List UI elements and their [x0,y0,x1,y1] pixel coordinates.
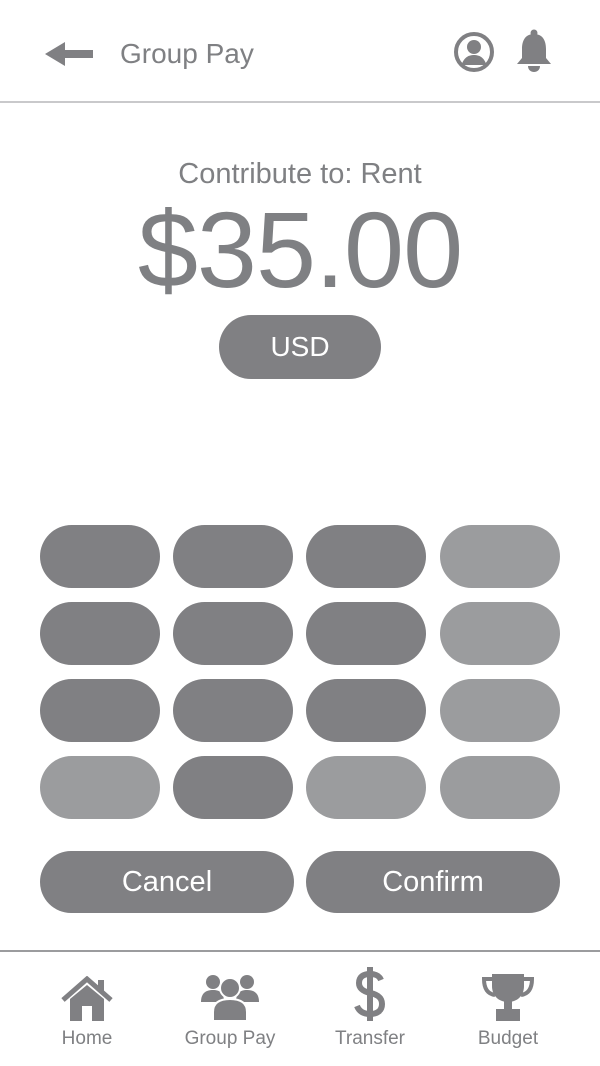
user-circle-icon [454,32,494,72]
confirm-button[interactable]: Confirm [306,851,560,913]
keypad-key[interactable] [40,756,160,819]
nav-label-group-pay: Group Pay [184,1028,276,1049]
keypad-key[interactable] [40,602,160,665]
nav-label-budget: Budget [477,1028,539,1049]
nav-label-transfer: Transfer [334,1028,406,1049]
nav-label-home: Home [61,1028,113,1049]
dollar-icon [354,967,386,1021]
keypad-key[interactable] [173,679,293,742]
home-icon [61,976,113,1021]
arrow-left-icon [45,42,93,66]
keypad-key[interactable] [440,756,560,819]
bell-icon [517,29,551,72]
app-header: Group Pay [0,0,600,103]
group-icon [201,975,259,1022]
keypad-key[interactable] [440,602,560,665]
notifications-button[interactable] [512,28,556,74]
amount-display: $35.00 [137,189,463,310]
keypad-key[interactable] [306,756,426,819]
keypad-key[interactable] [306,679,426,742]
contribute-label: Contribute to: Rent [178,158,422,190]
nav-item-transfer[interactable]: Transfer [330,966,410,1056]
nav-item-budget[interactable]: Budget [472,966,544,1056]
page-title: Group Pay [120,38,254,69]
keypad-key[interactable] [306,525,426,588]
currency-selector[interactable]: USD [219,315,381,379]
cancel-button[interactable]: Cancel [40,851,294,913]
keypad-key[interactable] [440,679,560,742]
keypad-key[interactable] [306,602,426,665]
trophy-icon [481,974,535,1021]
keypad-key[interactable] [173,602,293,665]
profile-button[interactable] [452,30,496,74]
keypad-key[interactable] [173,756,293,819]
bottom-nav: Home Group Pay Transfer Budget [0,950,600,1066]
keypad-key[interactable] [173,525,293,588]
keypad-key[interactable] [440,525,560,588]
back-button[interactable] [40,34,100,74]
keypad-key[interactable] [40,679,160,742]
nav-item-home[interactable]: Home [57,966,117,1056]
keypad-key[interactable] [40,525,160,588]
nav-item-group-pay[interactable]: Group Pay [180,966,280,1056]
